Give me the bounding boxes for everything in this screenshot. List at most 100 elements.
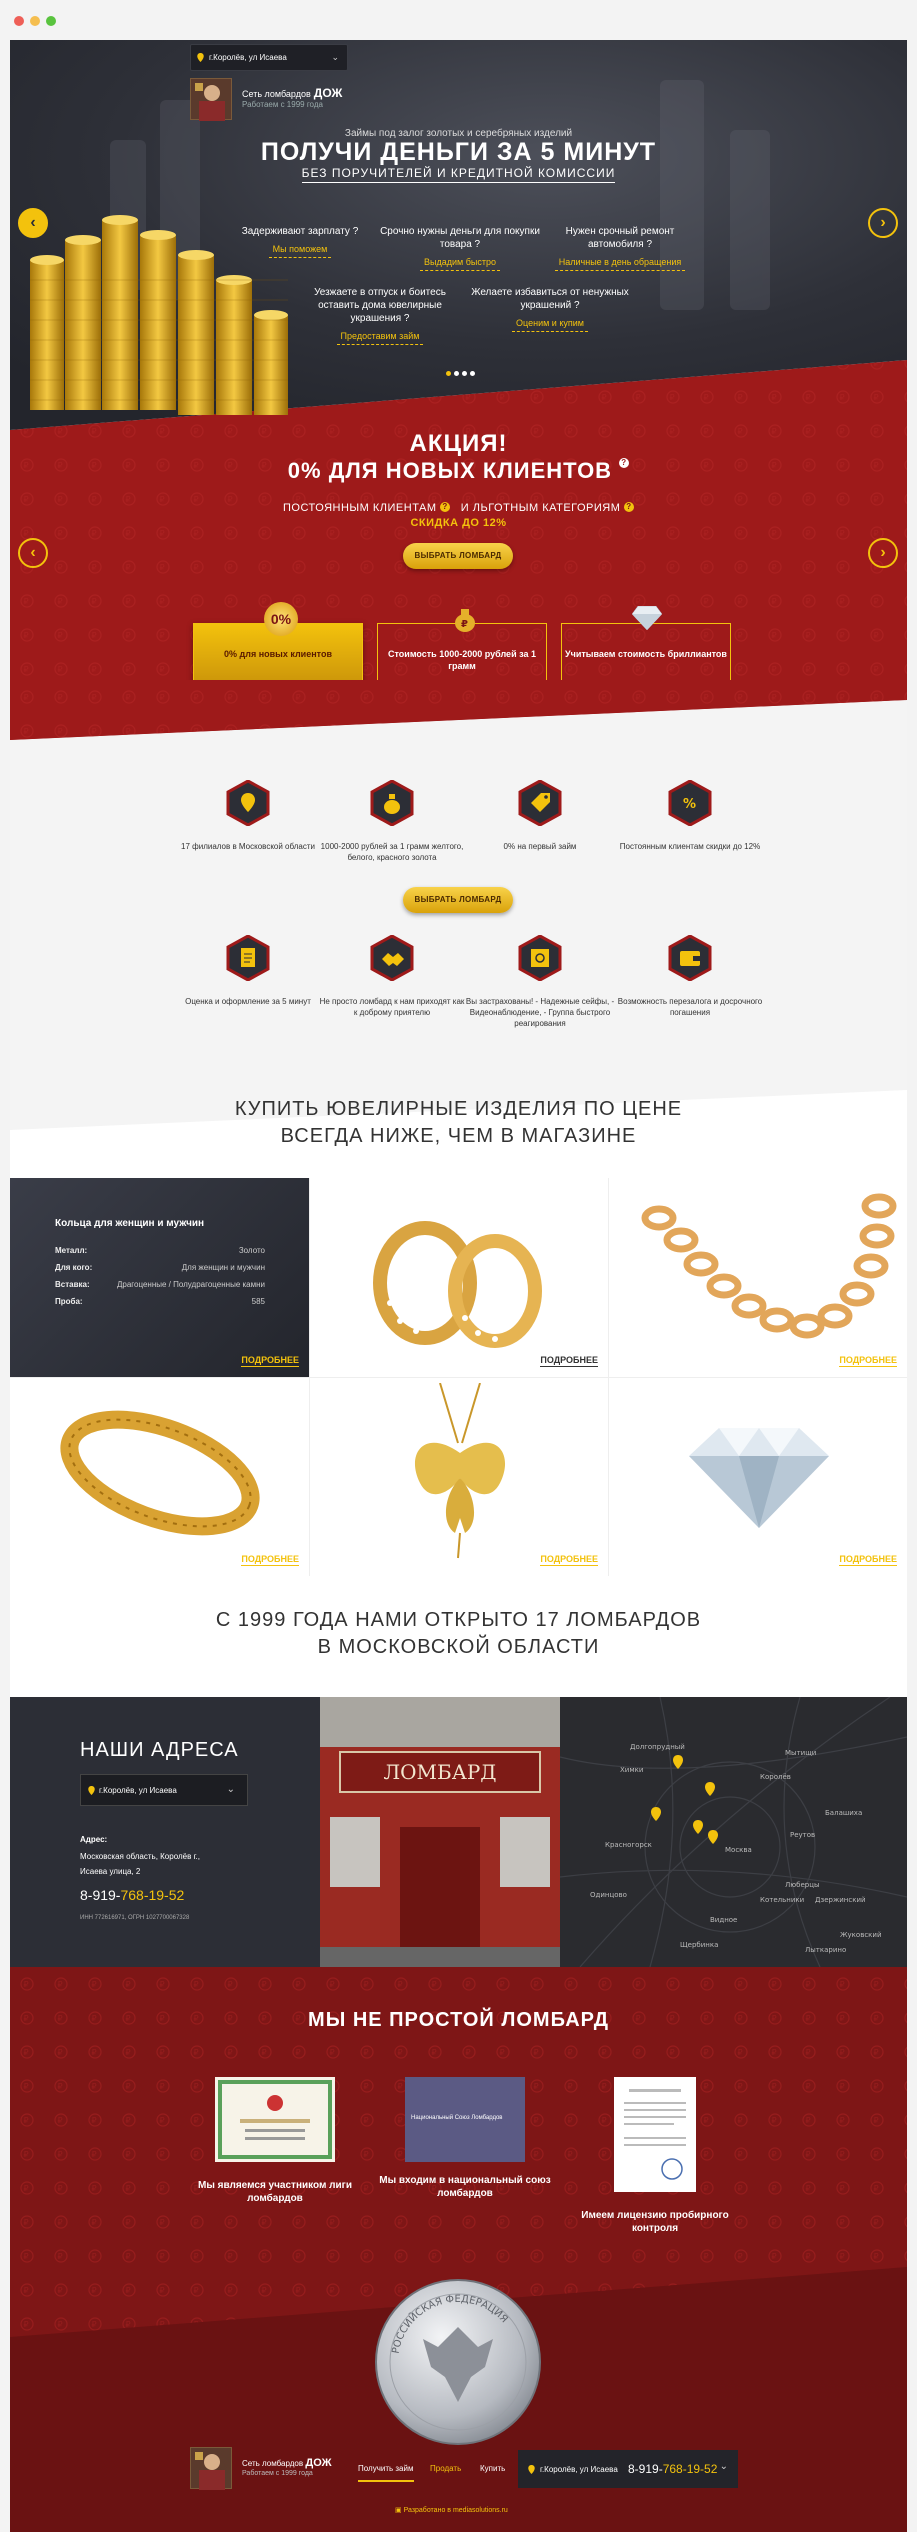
money-bag-icon bbox=[370, 779, 414, 827]
nav-buy[interactable]: Купить bbox=[480, 2464, 505, 2473]
hero-feature: Срочно нужны деньги для покупки товара ?… bbox=[380, 225, 540, 271]
address-section: НАШИ АДРЕСА г.Королёв, ул Исаева ⌄ Адрес… bbox=[10, 1697, 907, 1967]
location-pin-icon bbox=[528, 2465, 535, 2474]
promo-discount: СКИДКА ДО 12% bbox=[410, 517, 507, 529]
more-link[interactable]: ПОДРОБНЕЕ bbox=[839, 1554, 897, 1566]
product-card-specs[interactable]: Кольца для женщин и мужчин Металл: Золото… bbox=[10, 1178, 309, 1377]
advantage-item: Вы застрахованы! - Надежные сейфы, - Вид… bbox=[465, 934, 615, 1029]
map[interactable]: Долгопрудный Мытищи Королёв Химки Красногорс… bbox=[560, 1697, 907, 1967]
advantage-item: Оценка и оформление за 5 минут bbox=[173, 934, 323, 1007]
map-label: Реутов bbox=[790, 1831, 815, 1839]
spec-title: Кольца для женщин и мужчин bbox=[55, 1218, 205, 1229]
choose-pawnshop-button[interactable]: ВЫБРАТЬ ЛОМБАРД bbox=[403, 887, 513, 913]
earrings-image bbox=[373, 1221, 542, 1348]
map-label: Щербинка bbox=[680, 1941, 718, 1949]
license-item[interactable]: Имеем лицензию пробирного контроля bbox=[565, 2077, 745, 2235]
advantage-item: Не просто ломбард к нам приходят как к д… bbox=[317, 934, 467, 1018]
more-link[interactable]: ПОДРОБНЕЕ bbox=[241, 1554, 299, 1566]
product-card[interactable]: ПОДРОБНЕЕ bbox=[608, 1178, 907, 1377]
not-simple-section: МЫ НЕ ПРОСТОЙ ЛОМБАРД Мы являемся участн… bbox=[10, 1967, 907, 2532]
jewelry-title: КУПИТЬ ЮВЕЛИРНЫЕ ИЗДЕЛИЯ ПО ЦЕНЕ ВСЕГДА Н… bbox=[234, 1098, 683, 1147]
promo-line: ПОСТОЯННЫМ КЛИЕНТАМ ? И ЛЬГОТНЫМ КАТЕГОР… bbox=[10, 502, 907, 514]
handshake-icon bbox=[370, 934, 414, 982]
minimize-dot[interactable] bbox=[30, 16, 40, 26]
map-label: Мытищи bbox=[785, 1749, 816, 1757]
wallet-icon bbox=[668, 934, 712, 982]
address-select[interactable]: г.Королёв, ул Исаева ⌄ bbox=[80, 1774, 248, 1806]
product-card[interactable]: ПОДРОБНЕЕ bbox=[309, 1377, 608, 1576]
document-icon bbox=[226, 934, 270, 982]
logo bbox=[190, 78, 232, 121]
address-title: НАШИ АДРЕСА bbox=[80, 1739, 239, 1761]
info-icon[interactable]: ? bbox=[619, 458, 630, 468]
location-pin-icon bbox=[88, 1786, 95, 1795]
map-label: Люберцы bbox=[785, 1881, 820, 1889]
advantage-item: 17 филиалов в Московской области bbox=[173, 779, 323, 852]
map-label: Королёв bbox=[760, 1773, 791, 1781]
nav-get-loan[interactable]: Получить займ bbox=[358, 2464, 413, 2473]
promo-title-2: 0% ДЛЯ НОВЫХ КЛИЕНТОВ ? bbox=[10, 458, 907, 484]
since-title: С 1999 ГОДА НАМИ ОТКРЫТО 17 ЛОМБАРДОВ В М… bbox=[215, 1609, 702, 1658]
brand-name: Сеть ломбардов ДОЖ bbox=[242, 86, 343, 100]
hero-prev-arrow-icon[interactable]: ‹ bbox=[18, 208, 48, 238]
location-select[interactable]: г.Королёв, ул Исаева ⌄ bbox=[190, 44, 348, 71]
map-label: Лыткарино bbox=[805, 1946, 846, 1954]
info-icon[interactable]: ? bbox=[623, 502, 634, 512]
footer-logo[interactable] bbox=[190, 2447, 232, 2490]
map-label: Долгопрудный bbox=[630, 1743, 685, 1751]
title-bar bbox=[0, 0, 917, 38]
diamond-image bbox=[689, 1428, 829, 1528]
developer-credit[interactable]: ▣ Разработано в mediasolutions.ru bbox=[395, 2506, 508, 2514]
product-card[interactable]: ПОДРОБНЕЕ bbox=[10, 1377, 309, 1576]
advantage-item: 0% на первый займ bbox=[465, 779, 615, 852]
footer-brand: Сеть ломбардов ДОЖ bbox=[242, 2457, 332, 2469]
address-inn: ИНН 772616971, ОГРН 1027700067328 bbox=[80, 1915, 190, 1921]
promo-title: АКЦИЯ! bbox=[409, 430, 508, 457]
address-phone[interactable]: 8-919-768-19-52 bbox=[80, 1887, 184, 1903]
money-bag-icon: ₽ bbox=[454, 606, 476, 632]
location-text: г.Королёв, ул Исаева bbox=[209, 53, 287, 62]
info-icon[interactable]: ? bbox=[440, 502, 451, 512]
map-label: Красногорск bbox=[605, 1841, 652, 1849]
hero-feature: Уезжаете в отпуск и боитесь оставить дом… bbox=[300, 286, 460, 345]
hero-pager[interactable] bbox=[446, 371, 475, 376]
footer-since: Работаем с 1999 года bbox=[242, 2470, 313, 2477]
not-simple-title: МЫ НЕ ПРОСТОЙ ЛОМБАРД bbox=[308, 2009, 609, 2031]
percent-icon: % bbox=[668, 779, 712, 827]
chevron-down-icon: ⌄ bbox=[226, 1784, 235, 1795]
more-link[interactable]: ПОДРОБНЕЕ bbox=[241, 1355, 299, 1367]
hero-next-arrow-icon[interactable]: › bbox=[868, 208, 898, 238]
choose-pawnshop-button[interactable]: ВЫБРАТЬ ЛОМБАРД bbox=[403, 543, 513, 569]
storefront-photo: ЛОМБАРД bbox=[320, 1697, 560, 1967]
more-link[interactable]: ПОДРОБНЕЕ bbox=[839, 1355, 897, 1367]
svg-text:₽: ₽ bbox=[461, 619, 468, 630]
union-logo-image: Национальный Союз Ломбардов bbox=[405, 2077, 525, 2162]
location-pin-icon bbox=[197, 53, 204, 62]
svg-text:%: % bbox=[683, 797, 696, 812]
product-card[interactable]: ПОДРОБНЕЕ bbox=[309, 1178, 608, 1377]
storefront-sign: ЛОМБАРД bbox=[383, 1760, 496, 1784]
chain-image bbox=[641, 1193, 897, 1339]
address-line: Московская область, Королёв г., bbox=[80, 1852, 200, 1861]
location-pin-icon bbox=[226, 779, 270, 827]
more-link[interactable]: ПОДРОБНЕЕ bbox=[540, 1554, 598, 1566]
map-label: Москва bbox=[725, 1846, 752, 1854]
nav-sell[interactable]: Продать bbox=[430, 2464, 461, 2473]
union-item[interactable]: Национальный Союз Ломбардов Мы входим в … bbox=[375, 2077, 555, 2200]
hero-title: ПОЛУЧИ ДЕНЬГИ ЗА 5 МИНУТ bbox=[260, 138, 657, 166]
promo-next-arrow-icon[interactable]: › bbox=[868, 538, 898, 568]
advantage-item: % Постоянным клиентам скидки до 12% bbox=[615, 779, 765, 852]
certificate-item[interactable]: Мы являемся участником лиги ломбардов bbox=[185, 2077, 365, 2205]
promo-prev-arrow-icon[interactable]: ‹ bbox=[18, 538, 48, 568]
close-dot[interactable] bbox=[14, 16, 24, 26]
footer-location-select[interactable]: г.Королёв, ул Исаева 8-919-768-19-52 ⌄ bbox=[518, 2450, 738, 2488]
more-link[interactable]: ПОДРОБНЕЕ bbox=[540, 1355, 598, 1367]
bracelet-image bbox=[60, 1410, 260, 1536]
diamond-icon bbox=[631, 605, 663, 631]
product-card[interactable]: ПОДРОБНЕЕ bbox=[608, 1377, 907, 1576]
map-label: Одинцово bbox=[590, 1891, 627, 1899]
brand-since: Работаем с 1999 года bbox=[242, 100, 323, 109]
hero-feature: Желаете избавиться от ненужных украшений… bbox=[470, 286, 630, 332]
certificate-image bbox=[215, 2077, 335, 2162]
maximize-dot[interactable] bbox=[46, 16, 56, 26]
